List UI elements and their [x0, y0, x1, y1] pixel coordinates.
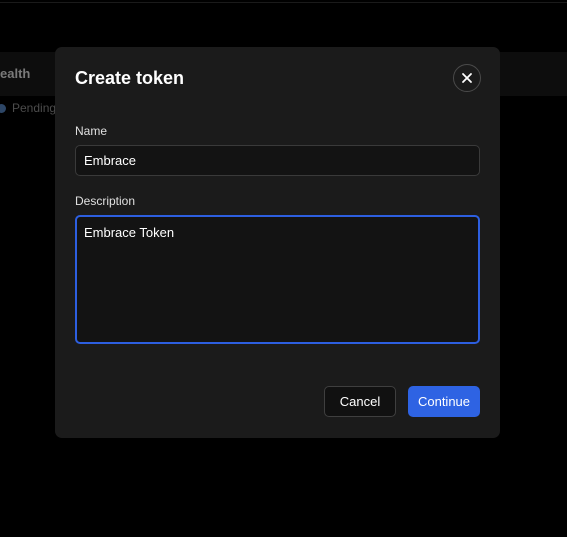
name-label: Name [75, 124, 108, 138]
create-token-dialog: Create token Name Description Embrace To… [55, 47, 500, 438]
dialog-title: Create token [75, 68, 185, 88]
description-field[interactable]: Embrace Token [75, 215, 480, 344]
cancel-button[interactable]: Cancel [324, 386, 396, 417]
continue-button[interactable]: Continue [408, 386, 480, 417]
description-label: Description [75, 194, 136, 208]
close-button[interactable] [453, 64, 481, 92]
background-status: Pending [0, 101, 56, 115]
background-column-header: ealth [0, 66, 31, 81]
background-divider [0, 2, 567, 3]
name-field[interactable] [75, 145, 480, 176]
background-status-text: Pending [12, 101, 57, 115]
status-dot-icon [0, 103, 6, 113]
close-icon [462, 73, 472, 83]
